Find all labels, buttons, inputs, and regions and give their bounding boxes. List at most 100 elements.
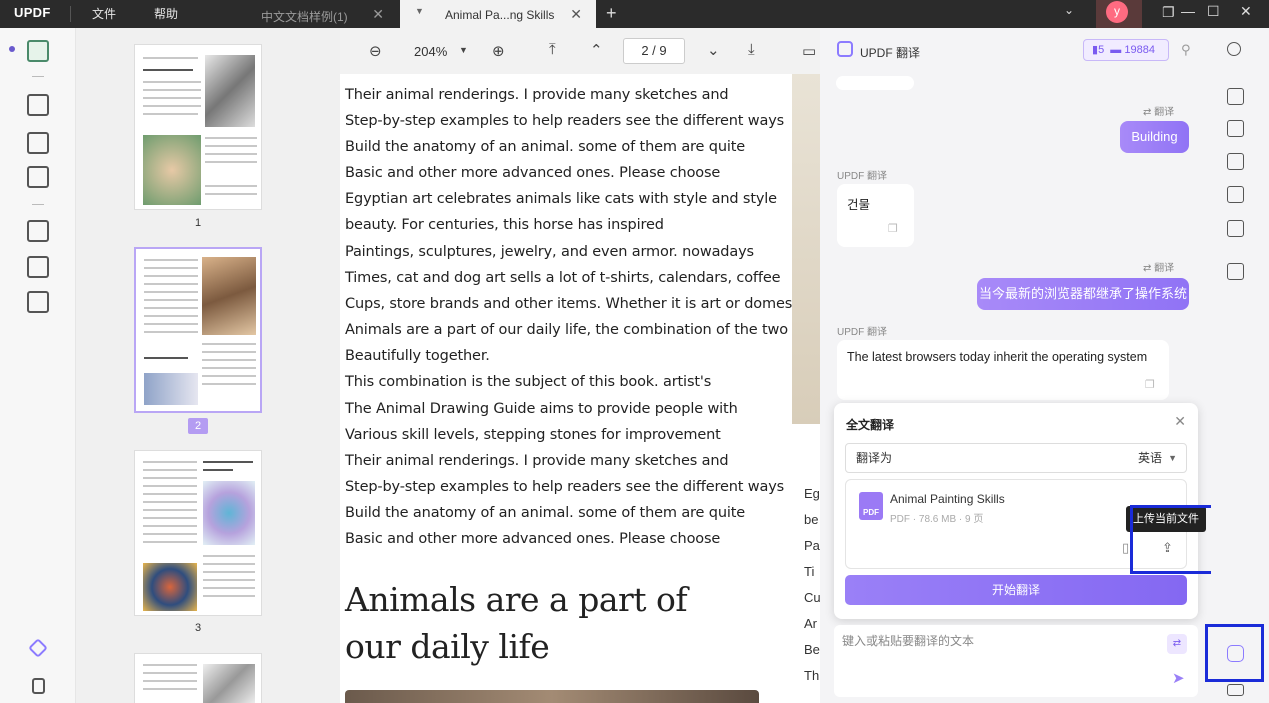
organize-pages-icon[interactable] xyxy=(27,220,49,242)
ai-message: The latest browsers today inherit the op… xyxy=(837,340,1169,400)
comment-tool-icon[interactable] xyxy=(27,94,49,116)
page-thumbnail-4[interactable] xyxy=(134,653,262,703)
doc-line: Build the anatomy of an animal. some of … xyxy=(345,505,746,521)
paint-jars-image xyxy=(143,563,197,611)
protect-tool-icon[interactable] xyxy=(27,291,49,313)
minimize-icon[interactable]: — xyxy=(1181,3,1195,19)
reader-tool-icon[interactable] xyxy=(27,40,49,62)
translate-icon[interactable]: ⇄ 翻译 xyxy=(1143,259,1174,274)
ai-message-text: 건물 xyxy=(847,198,871,212)
page-thumbnail-1[interactable] xyxy=(134,44,262,210)
doc-line: Step-by-step examples to help readers se… xyxy=(345,113,785,129)
target-language-value: 英语 xyxy=(1137,451,1162,465)
credits-badge[interactable]: ▮5 ▬ 19884 xyxy=(1083,39,1169,61)
new-tab-button[interactable]: + xyxy=(606,3,617,24)
ai-label: UPDF 翻译 xyxy=(837,327,887,338)
file-copy-icon[interactable]: ▯ xyxy=(1122,540,1129,556)
chevron-down-icon[interactable]: ⌄ xyxy=(1064,3,1074,17)
dog-sketch-image xyxy=(205,55,255,127)
presentation-icon[interactable]: ▭ xyxy=(802,42,816,60)
page-number-input[interactable]: 2 / 9 xyxy=(623,38,685,64)
search-icon[interactable] xyxy=(1227,42,1241,56)
share-icon[interactable] xyxy=(1227,186,1244,203)
page-photo-bottom xyxy=(345,690,759,703)
send-icon[interactable]: ➤ xyxy=(1172,669,1185,687)
tab-label: Animal Pa...ng Skills xyxy=(445,8,555,22)
close-window-icon[interactable]: ✕ xyxy=(1240,3,1252,20)
chevron-down-icon[interactable]: ▼ xyxy=(415,6,424,16)
doc-line: Cups, store brands and other items. Whet… xyxy=(345,296,810,312)
updf-window: UPDF 文件 帮助 中文文档样例(1) ✕ ▼ Animal Pa...ng … xyxy=(0,0,1269,703)
zoom-in-icon[interactable]: ⊕ xyxy=(492,42,505,60)
bookmark-icon[interactable] xyxy=(32,678,45,694)
doc-line: Egyptian art celebrates animals like cat… xyxy=(345,191,777,207)
doc-line: Paintings, sculptures, jewelry, and even… xyxy=(345,244,754,260)
title-separator xyxy=(70,6,71,22)
clipped-text: Ti xyxy=(804,564,815,579)
active-indicator xyxy=(9,46,15,52)
pin-icon[interactable]: ⚲ xyxy=(1181,42,1191,58)
zoom-out-icon[interactable]: ⊖ xyxy=(369,42,382,60)
maximize-icon[interactable]: ☐ xyxy=(1207,3,1220,20)
translate-text-input[interactable] xyxy=(842,631,1142,651)
translate-to-label: 翻译为 xyxy=(856,451,893,465)
copy-icon[interactable]: ❐ xyxy=(888,222,898,235)
previous-page-icon[interactable]: ⌃ xyxy=(590,41,603,59)
clipped-text: Eg xyxy=(804,486,820,501)
doc-line: Their animal renderings. I provide many … xyxy=(345,87,729,103)
user-message: Building xyxy=(1120,121,1189,153)
page-thumbnail-3[interactable] xyxy=(134,450,262,616)
target-language-select[interactable]: 翻译为 英语 ▼ xyxy=(845,443,1187,473)
clipped-text: Ar xyxy=(804,616,817,631)
ai-message: 건물 xyxy=(837,184,914,247)
close-icon[interactable]: ✕ xyxy=(372,6,384,23)
doc-line: Beautifully together. xyxy=(345,348,490,364)
clipped-text: Cu xyxy=(804,590,821,605)
page-number: 3 xyxy=(194,622,202,634)
copy-icon[interactable]: ❐ xyxy=(1145,378,1155,391)
edit-tool-icon[interactable] xyxy=(27,132,49,154)
translate-panel-title: UPDF 翻译 xyxy=(860,46,921,60)
page-thumbnail-2[interactable] xyxy=(134,247,262,413)
doc-line: Times, cat and dog art sells a lot of t-… xyxy=(345,270,781,286)
zoom-level[interactable]: 204% xyxy=(414,44,447,59)
clipped-text: Pa xyxy=(804,538,820,553)
next-page-icon[interactable]: ⌄ xyxy=(707,41,720,59)
ocr-icon[interactable] xyxy=(1227,88,1244,105)
restore-icon[interactable]: ❐ xyxy=(1162,4,1175,21)
chevron-down-icon[interactable]: ▼ xyxy=(459,45,468,55)
drawing-image xyxy=(144,373,198,405)
protect-icon[interactable] xyxy=(1227,153,1244,170)
mail-icon[interactable] xyxy=(1227,220,1244,237)
doc-heading: Animals are a part of xyxy=(345,580,688,619)
close-icon[interactable]: ✕ xyxy=(570,6,582,23)
updf-ai-icon xyxy=(837,41,853,57)
doc-line: Their animal renderings. I provide many … xyxy=(345,453,729,469)
thumbnail-panel: 1 2 3 xyxy=(76,28,340,703)
form-tool-icon[interactable] xyxy=(27,166,49,188)
doc-line: beauty. For centuries, this horse has in… xyxy=(345,217,664,233)
tab-animal-painting[interactable]: ▼ Animal Pa...ng Skills ✕ xyxy=(400,0,596,28)
tab-chinese-sample[interactable]: 中文文档样例(1) ✕ xyxy=(203,0,398,28)
convert-icon[interactable] xyxy=(1227,120,1244,137)
comment-icon[interactable] xyxy=(1227,684,1244,696)
start-translation-button[interactable]: 开始翻译 xyxy=(845,575,1187,605)
menu-help[interactable]: 帮助 xyxy=(154,5,178,22)
credit-count-a: 5 xyxy=(1098,44,1105,56)
close-icon[interactable]: ✕ xyxy=(1174,413,1186,430)
doc-line: Basic and other more advanced ones. Plea… xyxy=(345,165,721,181)
ai-label: UPDF 翻译 xyxy=(837,171,887,182)
layers-icon[interactable] xyxy=(28,638,48,658)
tool-separator xyxy=(32,76,44,77)
translate-mode-icon[interactable]: ⇄ xyxy=(1167,634,1187,654)
doc-line: Build the anatomy of an animal. some of … xyxy=(345,139,746,155)
translate-icon[interactable]: ⇄ 翻译 xyxy=(1143,103,1174,118)
last-page-icon[interactable]: ⤓ xyxy=(748,41,755,58)
pdf-file-icon: PDF xyxy=(859,492,883,520)
avatar[interactable]: y xyxy=(1106,1,1128,23)
doc-line: Various skill levels, stepping stones fo… xyxy=(345,427,721,443)
save-icon[interactable] xyxy=(1227,263,1244,280)
menu-file[interactable]: 文件 xyxy=(92,5,116,22)
crop-tool-icon[interactable] xyxy=(27,256,49,278)
first-page-icon[interactable]: ⤒ xyxy=(549,41,556,58)
